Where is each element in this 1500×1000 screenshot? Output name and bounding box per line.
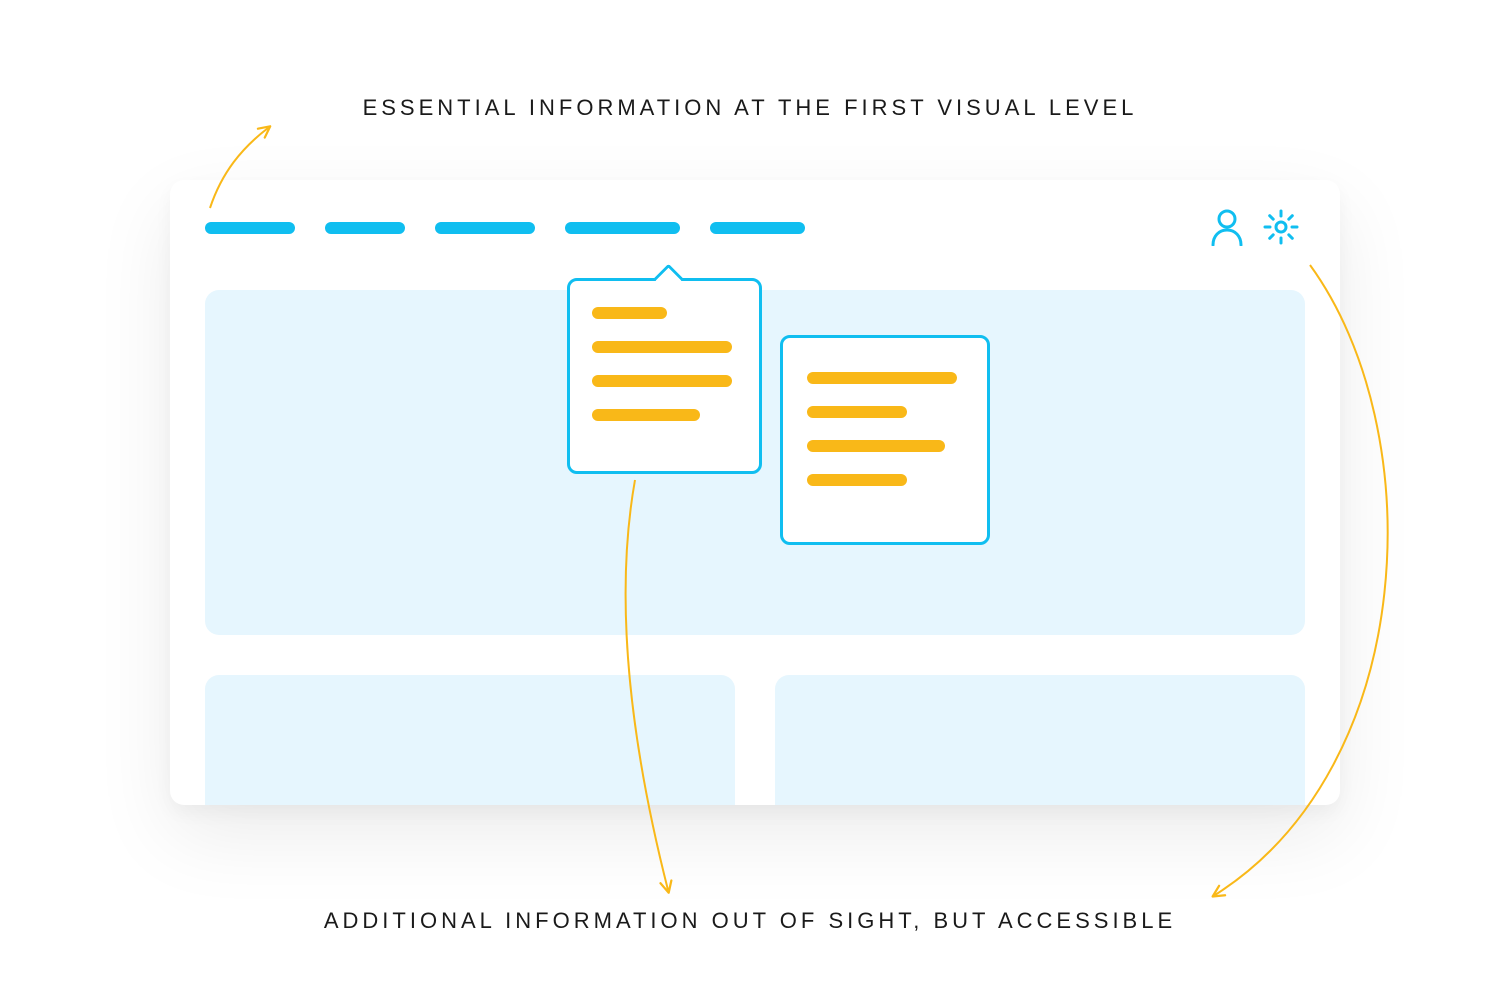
- content-panel-right: [775, 675, 1305, 805]
- diagram-stage: ESSENTIAL INFORMATION AT THE FIRST VISUA…: [0, 0, 1500, 1000]
- toolbar: [1210, 208, 1300, 246]
- nav-item-2[interactable]: [325, 222, 405, 234]
- popover-item[interactable]: [592, 307, 667, 319]
- top-nav: [205, 222, 805, 234]
- bottom-caption: ADDITIONAL INFORMATION OUT OF SIGHT, BUT…: [0, 908, 1500, 934]
- popover-item[interactable]: [807, 440, 945, 452]
- nav-item-1[interactable]: [205, 222, 295, 234]
- popover-item[interactable]: [592, 409, 700, 421]
- user-icon[interactable]: [1210, 208, 1244, 246]
- top-caption: ESSENTIAL INFORMATION AT THE FIRST VISUA…: [0, 95, 1500, 121]
- popover-item[interactable]: [807, 406, 907, 418]
- popover-item[interactable]: [807, 372, 957, 384]
- nav-item-3[interactable]: [435, 222, 535, 234]
- content-panel-left: [205, 675, 735, 805]
- app-window: [170, 180, 1340, 805]
- nav-item-5[interactable]: [710, 222, 805, 234]
- dropdown-popover-primary[interactable]: [567, 278, 762, 474]
- popover-item[interactable]: [592, 375, 732, 387]
- gear-icon[interactable]: [1262, 208, 1300, 246]
- dropdown-popover-secondary[interactable]: [780, 335, 990, 545]
- nav-item-4[interactable]: [565, 222, 680, 234]
- popover-item[interactable]: [807, 474, 907, 486]
- popover-item[interactable]: [592, 341, 732, 353]
